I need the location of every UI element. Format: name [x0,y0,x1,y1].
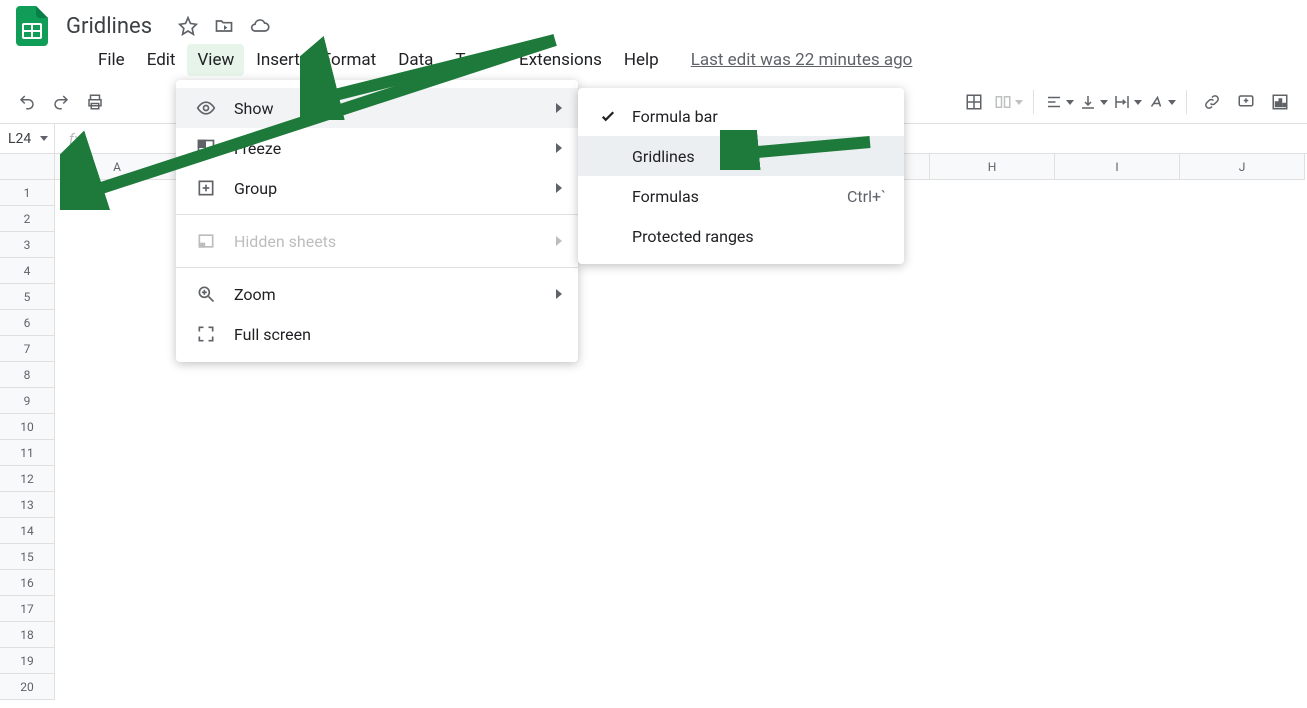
menu-item-label: Formula bar [632,107,718,126]
column-header[interactable]: I [1055,154,1180,180]
row-header[interactable]: 12 [0,466,55,492]
row-header[interactable]: 19 [0,648,55,674]
menu-separator [176,214,578,215]
row-header[interactable]: 18 [0,622,55,648]
last-edit-link[interactable]: Last edit was 22 minutes ago [691,50,913,70]
submenu-arrow-icon [556,236,562,246]
column-header[interactable]: J [1180,154,1305,180]
row-header[interactable]: 10 [0,414,55,440]
menu-item-label: Formulas [632,187,699,206]
check-icon [596,107,620,125]
row-header[interactable]: 14 [0,518,55,544]
zoom-icon [194,282,218,306]
horizontal-align-button[interactable] [1044,87,1074,117]
keyboard-shortcut: Ctrl+` [847,187,886,206]
row-header[interactable]: 2 [0,206,55,232]
row-header[interactable]: 1 [0,180,55,206]
view-hidden-sheets-item: Hidden sheets [176,221,578,261]
row-header[interactable]: 11 [0,440,55,466]
row-header[interactable]: 9 [0,388,55,414]
row-headers[interactable]: 1 2 3 4 5 6 7 8 9 10 11 12 13 14 15 16 1… [0,180,55,700]
name-box[interactable]: L24 [0,124,55,154]
view-zoom-item[interactable]: Zoom [176,274,578,314]
menu-item-label: Full screen [234,325,311,344]
annotation-arrow [720,130,880,170]
row-header[interactable]: 16 [0,570,55,596]
text-rotation-button[interactable] [1146,87,1176,117]
row-header[interactable]: 7 [0,336,55,362]
insert-comment-button[interactable] [1231,87,1261,117]
borders-button[interactable] [959,87,989,117]
insert-link-button[interactable] [1197,87,1227,117]
menu-separator [176,267,578,268]
show-submenu: Formula bar Gridlines Formulas Ctrl+` Pr… [578,88,904,264]
annotation-arrow [300,30,570,120]
toolbar-separator [1033,90,1034,114]
menu-item-label: Zoom [234,285,276,304]
row-header[interactable]: 4 [0,258,55,284]
menu-help[interactable]: Help [614,44,669,76]
undo-button[interactable] [12,87,42,117]
row-header[interactable]: 20 [0,674,55,700]
menu-item-label: Protected ranges [632,227,754,246]
vertical-align-button[interactable] [1078,87,1108,117]
show-protected-ranges-item[interactable]: Protected ranges [578,216,904,256]
menu-item-label: Gridlines [632,147,695,166]
row-header[interactable]: 13 [0,492,55,518]
view-full-screen-item[interactable]: Full screen [176,314,578,354]
select-all-corner[interactable] [0,154,55,180]
merge-cells-button[interactable] [993,87,1023,117]
text-wrap-button[interactable] [1112,87,1142,117]
row-header[interactable]: 8 [0,362,55,388]
row-header[interactable]: 15 [0,544,55,570]
row-header[interactable]: 17 [0,596,55,622]
submenu-arrow-icon [556,289,562,299]
menu-item-label: Hidden sheets [234,232,336,251]
fullscreen-icon [194,322,218,346]
sheets-logo[interactable] [12,6,52,46]
row-header[interactable]: 3 [0,232,55,258]
toolbar-separator [1186,90,1187,114]
row-header[interactable]: 5 [0,284,55,310]
sheet-icon [194,229,218,253]
show-formulas-item[interactable]: Formulas Ctrl+` [578,176,904,216]
column-header[interactable]: H [930,154,1055,180]
insert-chart-button[interactable] [1265,87,1295,117]
row-header[interactable]: 6 [0,310,55,336]
